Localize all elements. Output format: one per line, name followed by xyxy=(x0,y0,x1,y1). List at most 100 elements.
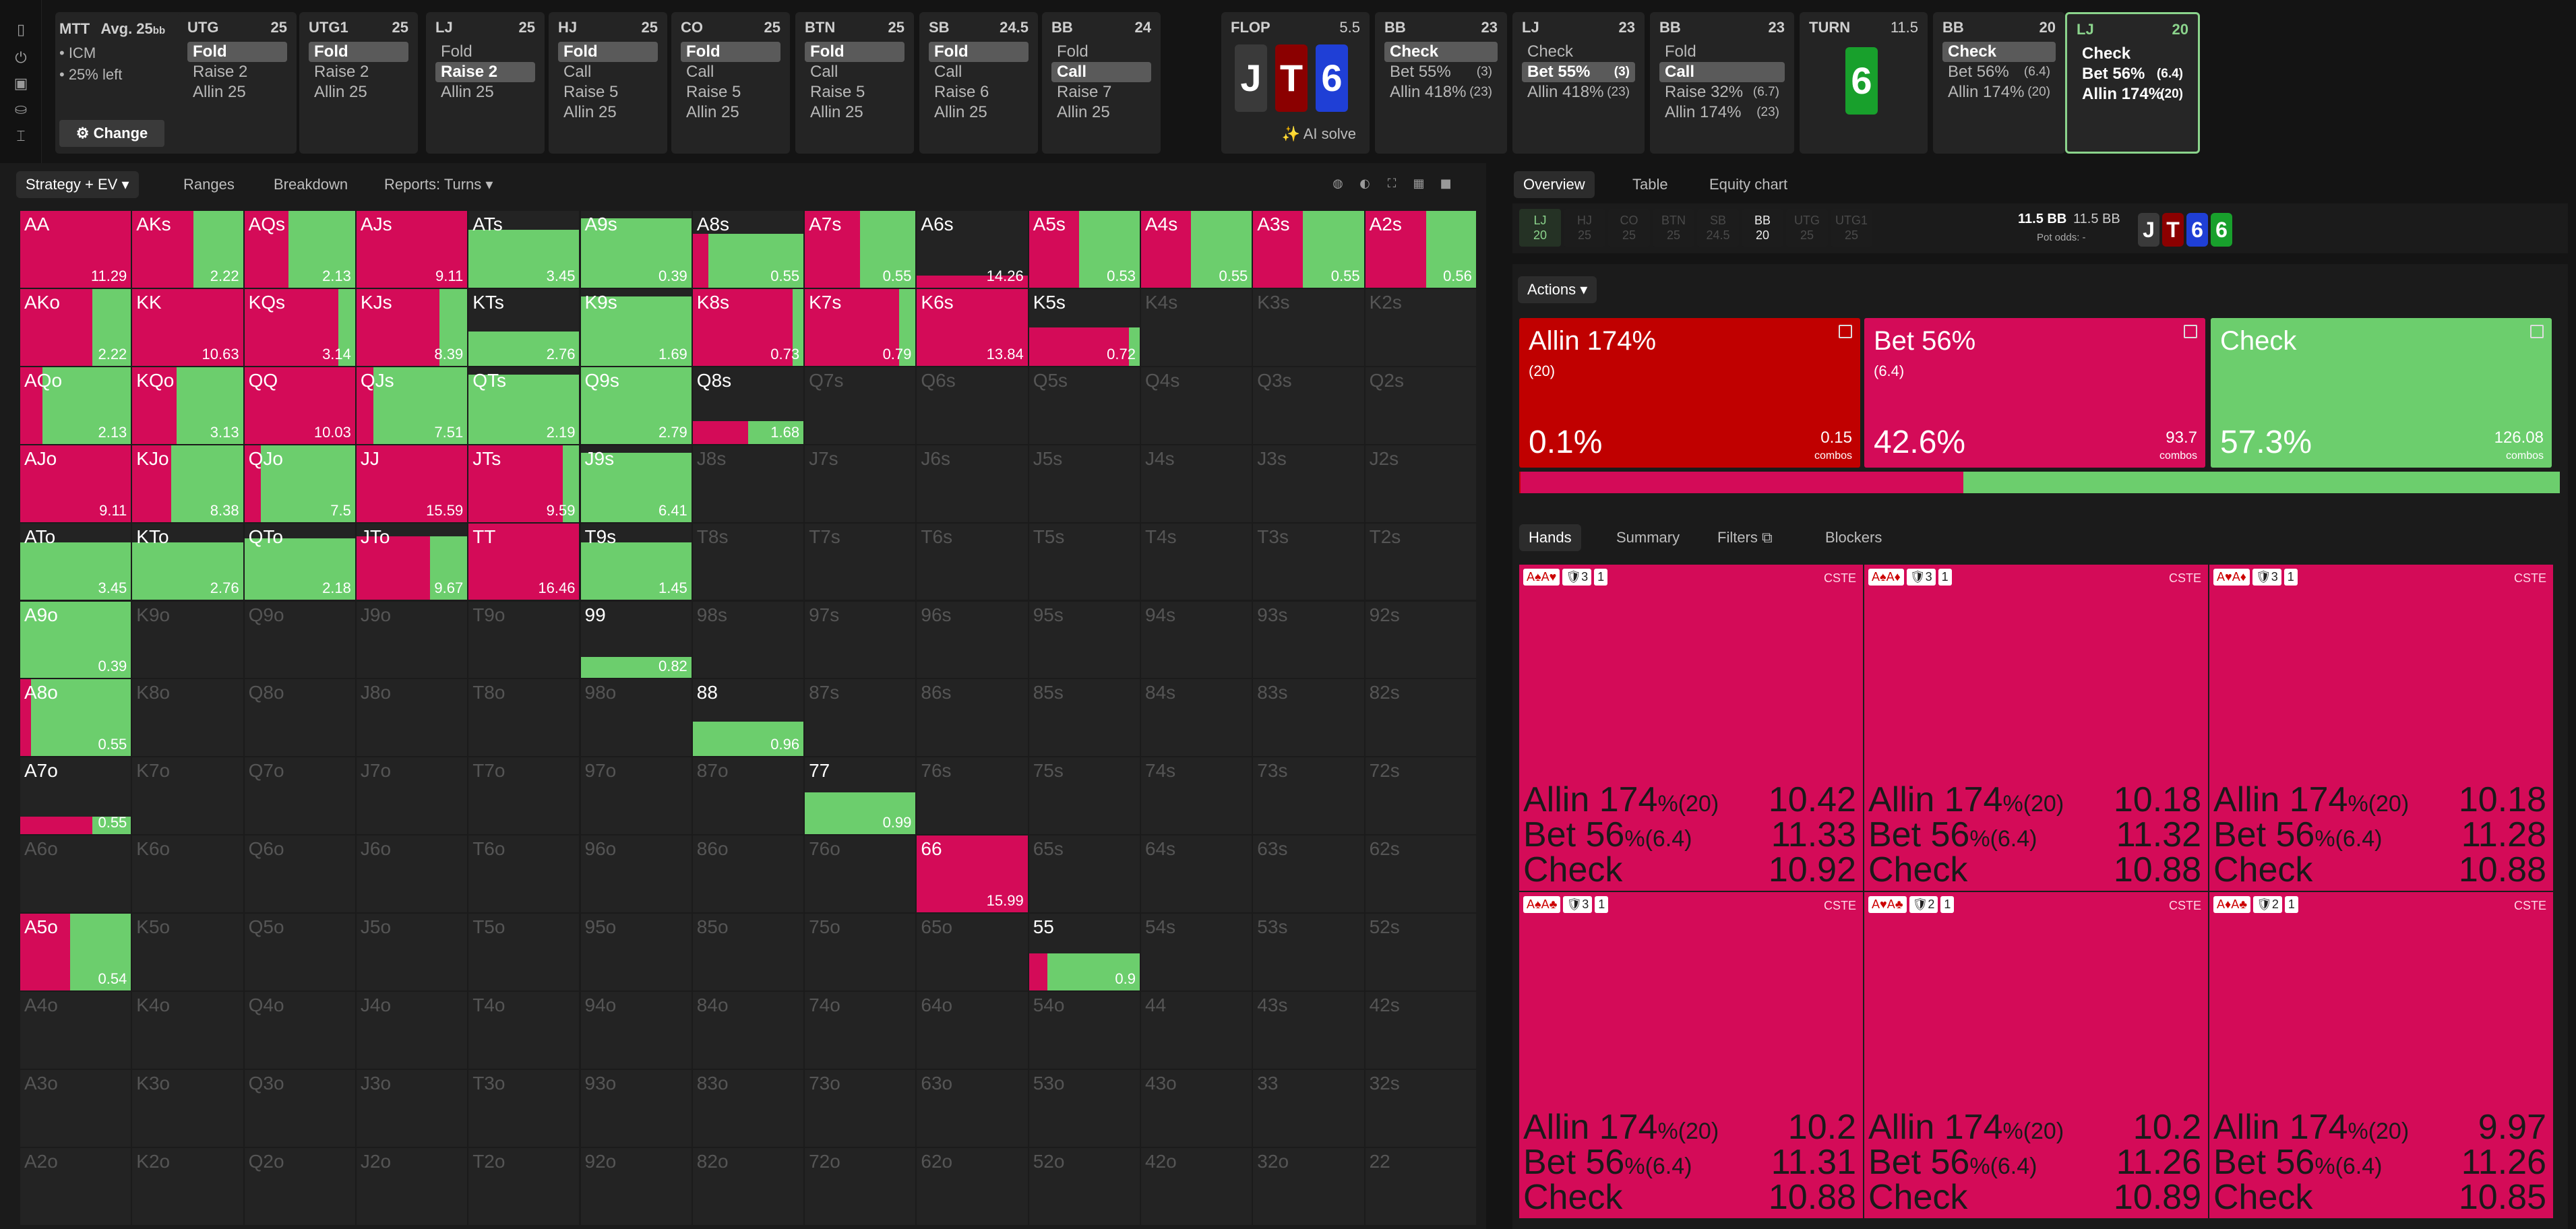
node-action[interactable]: Allin 25 xyxy=(805,102,904,123)
hand-cell-a3o[interactable]: A3o xyxy=(20,1069,131,1147)
node-action[interactable]: Call xyxy=(558,62,658,82)
hand-cell-52o[interactable]: 52o xyxy=(1029,1147,1140,1225)
hand-cell-k6o[interactable]: K6o xyxy=(132,836,243,913)
hand-cell-84o[interactable]: 84o xyxy=(692,992,804,1069)
node-action[interactable]: Call xyxy=(1659,62,1785,82)
node-action[interactable]: Allin 25 xyxy=(1051,102,1151,123)
position-bb[interactable]: BB 20 xyxy=(1742,209,1783,247)
hand-cell-73s[interactable]: 73s xyxy=(1253,757,1364,835)
hand-cell-65o[interactable]: 65o xyxy=(917,914,1028,990)
position-hj[interactable]: HJ 25 xyxy=(1564,209,1605,247)
hand-combo-cell[interactable]: A♥A♣ 🛡2 1 CSTE Allin 174%(20) 10.2 Bet 56%(6.4… xyxy=(1864,892,2208,1218)
hand-cell-j3s[interactable]: J3s xyxy=(1253,445,1364,522)
hand-cell-98s[interactable]: 98s xyxy=(692,601,804,679)
position-sb[interactable]: SB 24.5 xyxy=(1697,209,1739,247)
hand-cell-q3s[interactable]: Q3s xyxy=(1253,367,1364,444)
hand-cell-q4s[interactable]: Q4s xyxy=(1141,367,1252,444)
hand-cell-kk[interactable]: KK 10.63 xyxy=(132,288,243,366)
hand-cell-92o[interactable]: 92o xyxy=(580,1147,692,1225)
tab-filters[interactable]: Filters ⧉ xyxy=(1708,524,1782,551)
hand-cell-k5o[interactable]: K5o xyxy=(132,914,243,990)
hand-cell-q8o[interactable]: Q8o xyxy=(244,679,355,757)
node-action[interactable]: Raise 32% (6.7) xyxy=(1659,82,1785,102)
text-cursor-icon[interactable]: ⌶ xyxy=(12,128,30,146)
hand-cell-q6o[interactable]: Q6o xyxy=(244,836,355,913)
hand-cell-83o[interactable]: 83o xyxy=(692,1069,804,1147)
hand-cell-k8o[interactable]: K8o xyxy=(132,679,243,757)
expand-icon[interactable]: ⛶ xyxy=(1383,175,1401,193)
hand-cell-86s[interactable]: 86s xyxy=(917,679,1028,757)
hand-cell-63o[interactable]: 63o xyxy=(917,1069,1028,1147)
node-action[interactable]: Allin 25 xyxy=(929,102,1029,123)
tab-table[interactable]: Table xyxy=(1623,171,1678,198)
position-co[interactable]: CO 25 xyxy=(1608,209,1650,247)
node-utg-0[interactable]: UTG 25 Fold Raise 2 Allin 25 xyxy=(178,12,297,154)
node-action[interactable]: Bet 56% (6.4) xyxy=(2077,64,2188,84)
node-btn-5[interactable]: BTN 25 Fold Call Raise 5 Allin 25 xyxy=(795,12,914,154)
node-hj-3[interactable]: HJ 25 Fold Call Raise 5 Allin 25 xyxy=(549,12,667,154)
hand-cell-tt[interactable]: TT 16.46 xyxy=(468,523,580,600)
node-action[interactable]: Call xyxy=(681,62,780,82)
hand-cell-54o[interactable]: 54o xyxy=(1029,992,1140,1069)
node-co-4[interactable]: CO 25 Fold Call Raise 5 Allin 25 xyxy=(671,12,790,154)
hand-cell-76o[interactable]: 76o xyxy=(805,836,916,913)
hand-cell-k6s[interactable]: K6s 13.84 xyxy=(917,288,1028,366)
hand-cell-99[interactable]: 99 0.82 xyxy=(580,601,692,679)
hand-cell-j7s[interactable]: J7s xyxy=(805,445,916,522)
tab-overview[interactable]: Overview xyxy=(1514,171,1595,198)
hand-cell-a5s[interactable]: A5s 0.53 xyxy=(1029,211,1140,288)
hand-cell-33[interactable]: 33 xyxy=(1253,1069,1364,1147)
hand-cell-jts[interactable]: JTs 9.59 xyxy=(468,445,580,522)
hand-cell-j5s[interactable]: J5s xyxy=(1029,445,1140,522)
hand-cell-t3o[interactable]: T3o xyxy=(468,1069,580,1147)
hand-cell-t9o[interactable]: T9o xyxy=(468,601,580,679)
hand-cell-88[interactable]: 88 0.96 xyxy=(692,679,804,757)
hand-cell-t6s[interactable]: T6s xyxy=(917,523,1028,600)
hand-cell-t4o[interactable]: T4o xyxy=(468,992,580,1069)
hand-cell-a6s[interactable]: A6s 14.26 xyxy=(917,211,1028,288)
hand-combo-cell[interactable]: A♦A♣ 🛡2 1 CSTE Allin 174%(20) 9.97 Bet 56%(6.4… xyxy=(2209,892,2553,1218)
hand-cell-aa[interactable]: AA 11.29 xyxy=(20,211,131,288)
node-action[interactable]: Allin 174% (23) xyxy=(1659,102,1785,123)
hand-cell-k5s[interactable]: K5s 0.72 xyxy=(1029,288,1140,366)
node-bb3[interactable]: BB 20 Check Bet 56% (6.4) Allin 174% (20) xyxy=(1933,12,2065,154)
hand-cell-j4s[interactable]: J4s xyxy=(1141,445,1252,522)
hand-cell-53s[interactable]: 53s xyxy=(1253,914,1364,990)
sphere-icon[interactable]: ◍ xyxy=(1329,175,1347,193)
hand-cell-t2s[interactable]: T2s xyxy=(1365,523,1476,600)
hand-cell-t4s[interactable]: T4s xyxy=(1141,523,1252,600)
node-action[interactable]: Fold xyxy=(187,42,287,62)
hand-cell-jto[interactable]: JTo 9.67 xyxy=(356,523,468,600)
node-action[interactable]: Call xyxy=(929,62,1029,82)
node-action[interactable]: Allin 25 xyxy=(558,102,658,123)
node-action[interactable]: Check xyxy=(2077,44,2188,64)
hand-cell-q6s[interactable]: Q6s xyxy=(917,367,1028,444)
hand-combo-cell[interactable]: A♠A♣ 🛡3 1 CSTE Allin 174%(20) 10.2 Bet 56%(6.4… xyxy=(1519,892,1863,1218)
hand-combo-cell[interactable]: A♠A♥ 🛡3 1 CSTE Allin 174%(20) 10.42 Bet 56%(6.… xyxy=(1519,565,1863,891)
expand-icon[interactable] xyxy=(2530,325,2544,338)
hand-cell-j8o[interactable]: J8o xyxy=(356,679,468,757)
hand-cell-93s[interactable]: 93s xyxy=(1253,601,1364,679)
node-action[interactable]: Fold xyxy=(805,42,904,62)
hand-cell-k9o[interactable]: K9o xyxy=(132,601,243,679)
hand-cell-65s[interactable]: 65s xyxy=(1029,836,1140,913)
hand-cell-qq[interactable]: QQ 10.03 xyxy=(244,367,355,444)
hand-cell-k4o[interactable]: K4o xyxy=(132,992,243,1069)
node-lj-2[interactable]: LJ 25 Fold Raise 2 Allin 25 xyxy=(426,12,545,154)
hand-cell-a5o[interactable]: A5o 0.54 xyxy=(20,914,131,990)
node-action[interactable]: Bet 55% (3) xyxy=(1384,62,1498,82)
turn-node[interactable]: TURN 11.5 6 xyxy=(1800,12,1928,154)
hand-cell-q7s[interactable]: Q7s xyxy=(805,367,916,444)
hand-cell-t5s[interactable]: T5s xyxy=(1029,523,1140,600)
gamepad-icon[interactable]: ⛀ xyxy=(12,101,30,119)
node-utg1-1[interactable]: UTG1 25 Fold Raise 2 Allin 25 xyxy=(299,12,418,154)
hand-cell-a2s[interactable]: A2s 0.56 xyxy=(1365,211,1476,288)
hand-cell-43s[interactable]: 43s xyxy=(1253,992,1364,1069)
hand-cell-75o[interactable]: 75o xyxy=(805,914,916,990)
hand-cell-75s[interactable]: 75s xyxy=(1029,757,1140,835)
hand-cell-kts[interactable]: KTs 2.76 xyxy=(468,288,580,366)
position-utg[interactable]: UTG 25 xyxy=(1786,209,1828,247)
hand-cell-84s[interactable]: 84s xyxy=(1141,679,1252,757)
hand-cell-95o[interactable]: 95o xyxy=(580,914,692,990)
hand-cell-22[interactable]: 22 xyxy=(1365,1147,1476,1225)
